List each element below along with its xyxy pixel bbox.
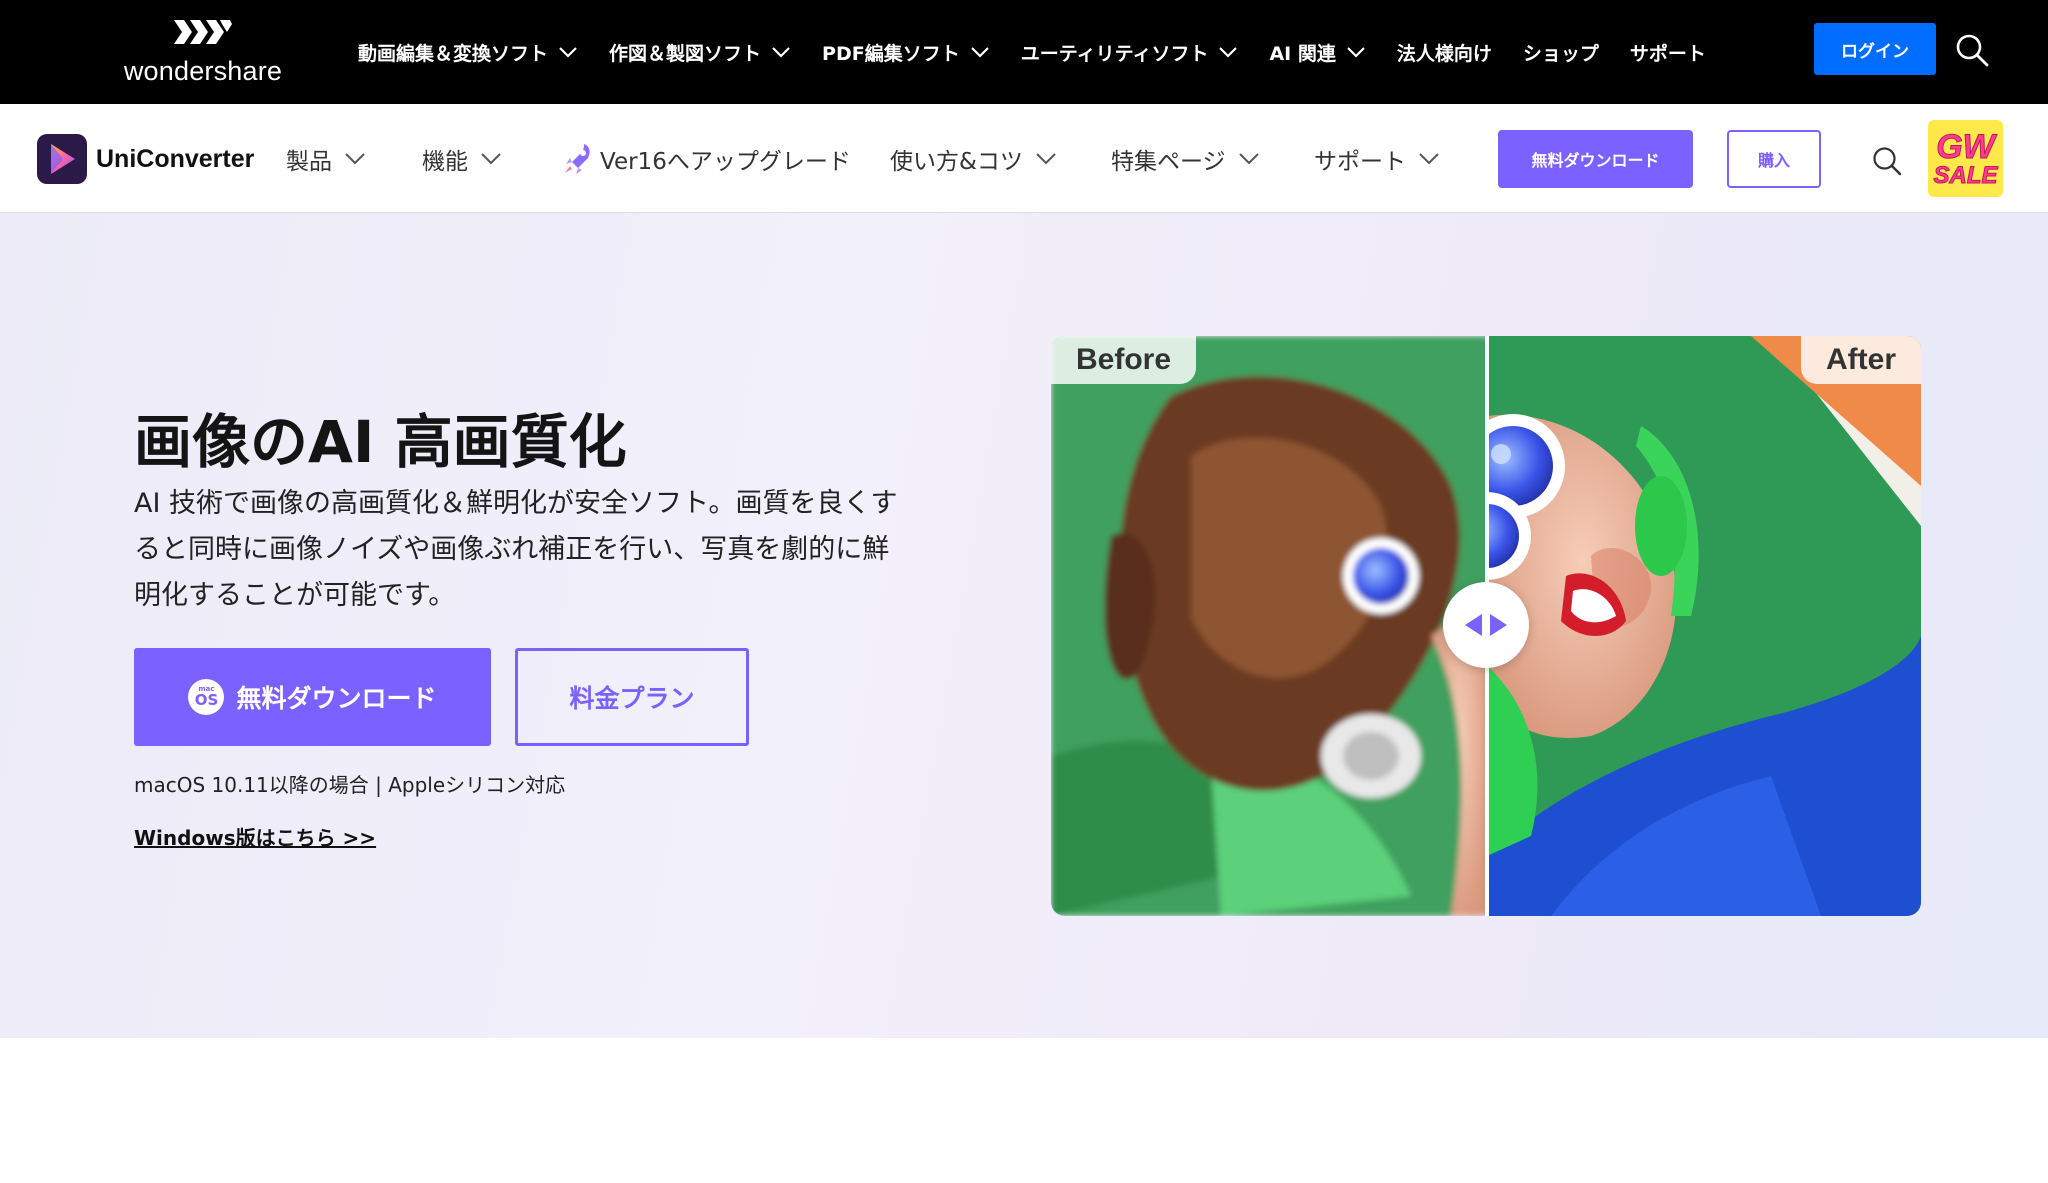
global-nav-label: 動画編集＆変換ソフト: [358, 42, 549, 65]
global-header: wondershare 動画編集＆変換ソフト 作図＆製図ソフト PDF編集ソフト…: [0, 0, 2048, 104]
rocket-icon: [565, 143, 590, 174]
global-nav-support[interactable]: サポート: [1630, 39, 1706, 66]
product-nav-upgrade[interactable]: Ver16へアップグレード: [562, 104, 851, 213]
global-nav-business[interactable]: 法人様向け: [1397, 39, 1492, 66]
global-nav-video[interactable]: 動画編集＆変換ソフト: [358, 39, 578, 66]
search-icon[interactable]: [1955, 33, 1989, 67]
page-title: 画像のAI 高画質化: [134, 408, 627, 476]
chevron-down-icon: [1238, 153, 1259, 165]
global-nav-label: ショップ: [1522, 42, 1599, 65]
global-nav-label: ユーティリティソフト: [1020, 42, 1209, 65]
global-nav: 動画編集＆変換ソフト 作図＆製図ソフト PDF編集ソフト ユーティリティソフト …: [358, 0, 1737, 104]
header-download-button[interactable]: 無料ダウンロード: [1498, 130, 1693, 188]
login-button[interactable]: ログイン: [1814, 23, 1936, 75]
product-nav-label: 使い方&コツ: [890, 148, 1023, 175]
product-header: UniConverter 製品 機能 Ver16へアップグレード 使い方&コツ …: [0, 104, 2048, 213]
chevron-down-icon: [1219, 47, 1238, 58]
system-requirement: macOS 10.11以降の場合 | Appleシリコン対応: [134, 773, 566, 797]
buy-button[interactable]: 購入: [1727, 130, 1821, 188]
product-nav-label: 機能: [422, 148, 468, 175]
hero-download-label: 無料ダウンロード: [236, 684, 437, 713]
before-label: Before: [1051, 336, 1197, 384]
global-nav-label: 作図＆製図ソフト: [609, 42, 762, 65]
windows-version-link[interactable]: Windows版はこちら >>: [134, 822, 376, 851]
hero-download-button[interactable]: mac OS 無料ダウンロード: [134, 648, 491, 746]
pricing-plan-button[interactable]: 料金プラン: [515, 648, 749, 746]
macos-icon-large-text: OS: [194, 691, 219, 709]
chevron-down-icon: [1036, 153, 1056, 165]
left-right-arrows-icon: [1465, 614, 1507, 636]
product-nav-label: 製品: [286, 148, 332, 175]
uniconverter-app-icon: [37, 134, 87, 184]
global-nav-ai[interactable]: AI 関連: [1269, 39, 1365, 66]
global-nav-utility[interactable]: ユーティリティソフト: [1021, 39, 1239, 66]
chevron-down-icon: [970, 47, 989, 58]
product-nav-label: サポート: [1314, 148, 1406, 175]
global-nav-label: サポート: [1629, 42, 1706, 65]
product-nav-special[interactable]: 特集ページ: [1111, 104, 1260, 213]
hero-section: 画像のAI 高画質化 AI 技術で画像の高画質化＆鮮明化が安全ソフト。画質を良く…: [0, 213, 2048, 1038]
chevron-down-icon: [345, 153, 365, 165]
global-nav-pdf[interactable]: PDF編集ソフト: [822, 39, 990, 66]
wondershare-logo[interactable]: wondershare: [122, 16, 284, 88]
global-nav-label: AI 関連: [1269, 42, 1336, 65]
product-nav-products[interactable]: 製品: [286, 104, 366, 213]
product-nav-features[interactable]: 機能: [422, 104, 502, 213]
global-nav-shop[interactable]: ショップ: [1523, 39, 1599, 66]
hero-description: AI 技術で画像の高画質化＆鮮明化が安全ソフト。画質を良くすると同時に画像ノイズ…: [134, 488, 898, 611]
wondershare-logo-icon: [174, 20, 232, 44]
wondershare-logo-text: wondershare: [123, 56, 283, 86]
uniconverter-logo[interactable]: UniConverter: [37, 134, 254, 184]
product-nav-support[interactable]: サポート: [1314, 104, 1440, 213]
before-after-comparison: Before After: [1051, 336, 1921, 916]
global-nav-label: 法人様向け: [1396, 42, 1492, 65]
gw-sale-line1: GW: [1936, 127, 1996, 166]
gw-sale-badge[interactable]: GW SALE: [1928, 120, 2003, 197]
gw-sale-line2: SALE: [1933, 161, 1998, 189]
chevron-down-icon: [481, 153, 501, 165]
global-nav-label: PDF編集ソフト: [822, 42, 960, 65]
chevron-down-icon: [1347, 47, 1365, 58]
product-nav-label: 特集ページ: [1111, 148, 1226, 175]
chevron-down-icon: [1419, 153, 1439, 165]
product-nav-howto[interactable]: 使い方&コツ: [890, 104, 1057, 213]
macos-icon: mac OS: [188, 679, 225, 715]
comparison-slider-handle[interactable]: [1443, 582, 1529, 668]
after-label: After: [1800, 336, 1921, 384]
global-nav-diagram[interactable]: 作図＆製図ソフト: [609, 39, 791, 66]
chevron-down-icon: [559, 47, 577, 58]
product-name: UniConverter: [96, 144, 255, 173]
product-nav-label: Ver16へアップグレード: [600, 148, 851, 175]
chevron-down-icon: [772, 47, 790, 58]
search-icon[interactable]: [1872, 146, 1902, 176]
